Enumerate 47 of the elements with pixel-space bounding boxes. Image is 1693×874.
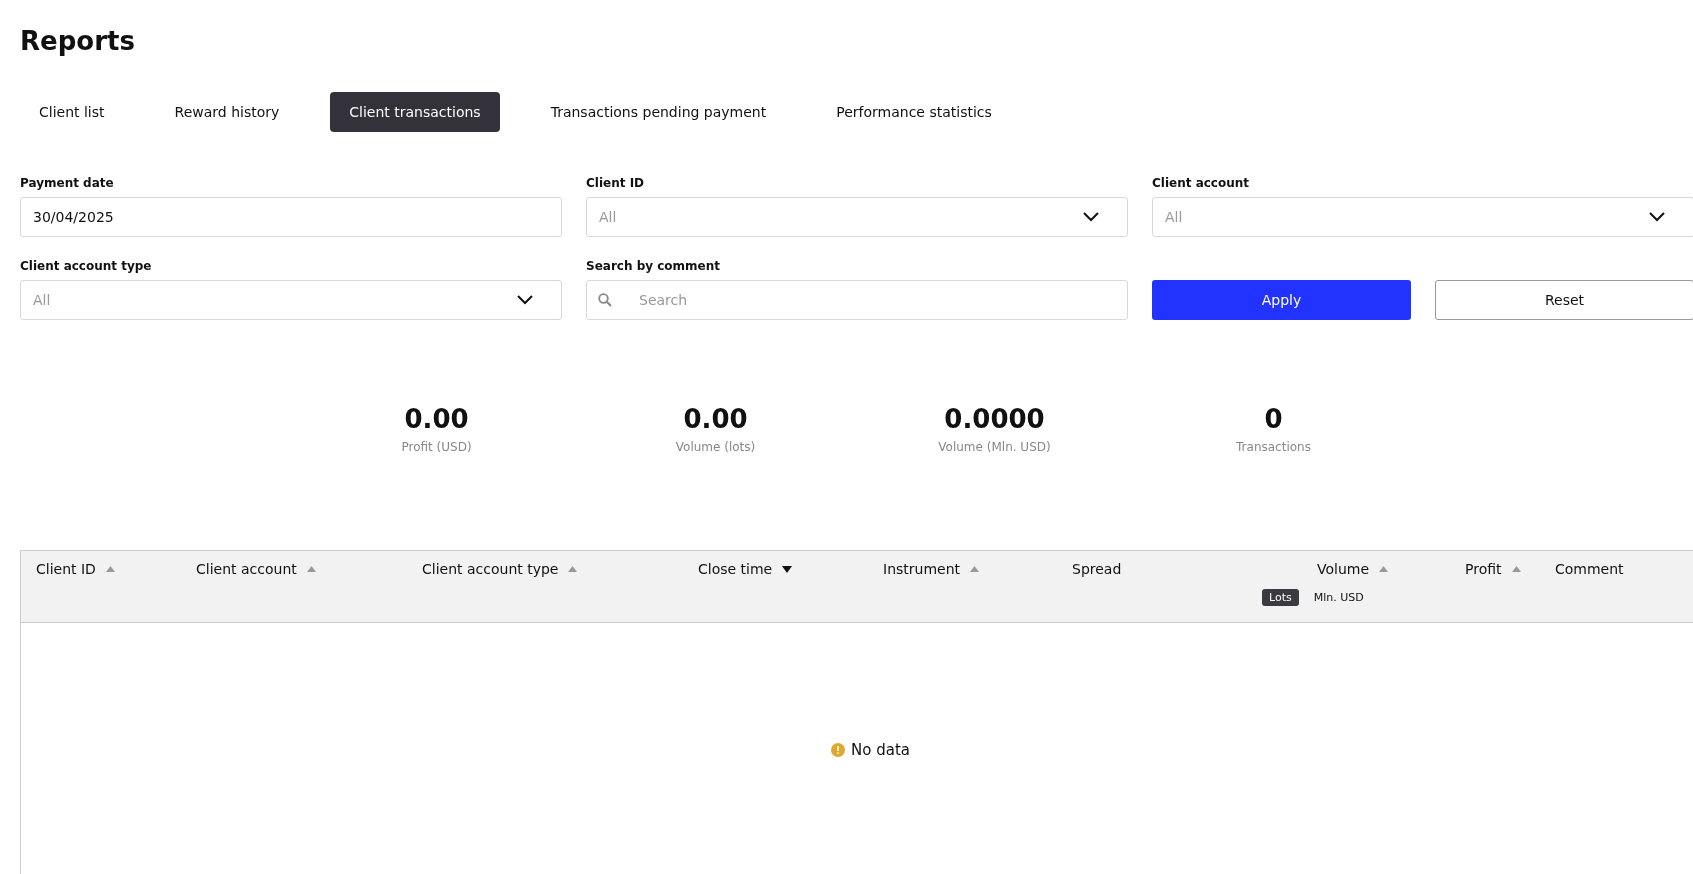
stat-label: Volume (Mln. USD)	[938, 440, 1051, 454]
tab[interactable]: Reward history	[155, 92, 299, 132]
sort-up-icon[interactable]	[105, 566, 115, 572]
column-header[interactable]: Comment	[1555, 561, 1624, 577]
field-label: Search by comment	[586, 259, 720, 273]
date-field[interactable]: 30/04/2025	[20, 197, 562, 237]
apply-button[interactable]: Apply	[1152, 280, 1411, 320]
reset-button[interactable]: Reset	[1435, 280, 1693, 320]
search-icon	[598, 293, 612, 307]
tab[interactable]: Client transactions	[330, 92, 500, 132]
sort-up-icon[interactable]	[1379, 566, 1389, 572]
search-field[interactable]: Search	[586, 280, 1128, 320]
column-header[interactable]: Client account type	[422, 561, 559, 577]
column-header[interactable]: Profit	[1465, 561, 1502, 577]
chevron-down-icon	[1083, 212, 1099, 222]
empty-message: No data	[851, 741, 910, 759]
sort-up-icon[interactable]	[1511, 566, 1521, 572]
stat-value: 0.0000	[944, 404, 1045, 434]
sort-up-icon[interactable]	[568, 566, 578, 572]
column-header[interactable]: Client account	[196, 561, 297, 577]
stat-label: Volume (lots)	[675, 440, 756, 454]
field-label: Client account	[1152, 176, 1250, 190]
unit-toggle[interactable]: Mln. USD	[1306, 589, 1371, 606]
sort-up-icon[interactable]	[970, 566, 980, 572]
tab[interactable]: Client list	[20, 92, 124, 132]
field-label: Client account type	[20, 259, 152, 273]
column-header[interactable]: Client ID	[36, 561, 96, 577]
tab[interactable]: Transactions pending payment	[531, 92, 786, 132]
stat-label: Profit (USD)	[401, 440, 472, 454]
stat-value: 0	[1264, 404, 1283, 434]
stat-value: 0.00	[404, 404, 469, 434]
column-header[interactable]: Spread	[1072, 561, 1122, 577]
tab[interactable]: Performance statistics	[817, 92, 1011, 132]
unit-toggle[interactable]: Lots	[1262, 589, 1299, 606]
page-title: Reports	[20, 25, 136, 58]
chevron-down-icon	[517, 295, 533, 305]
stat-value: 0.00	[683, 404, 748, 434]
column-header[interactable]: Close time	[698, 561, 773, 577]
column-header[interactable]: Volume	[1317, 561, 1370, 577]
field-label: Payment date	[20, 176, 114, 190]
field-label: Client ID	[586, 176, 645, 190]
sort-up-icon[interactable]	[306, 566, 316, 572]
chevron-down-icon	[1649, 212, 1665, 222]
sort-down-icon[interactable]	[782, 565, 793, 573]
column-header[interactable]: Instrument	[883, 561, 961, 577]
warning-icon	[831, 743, 845, 757]
stat-label: Transactions	[1236, 440, 1311, 454]
